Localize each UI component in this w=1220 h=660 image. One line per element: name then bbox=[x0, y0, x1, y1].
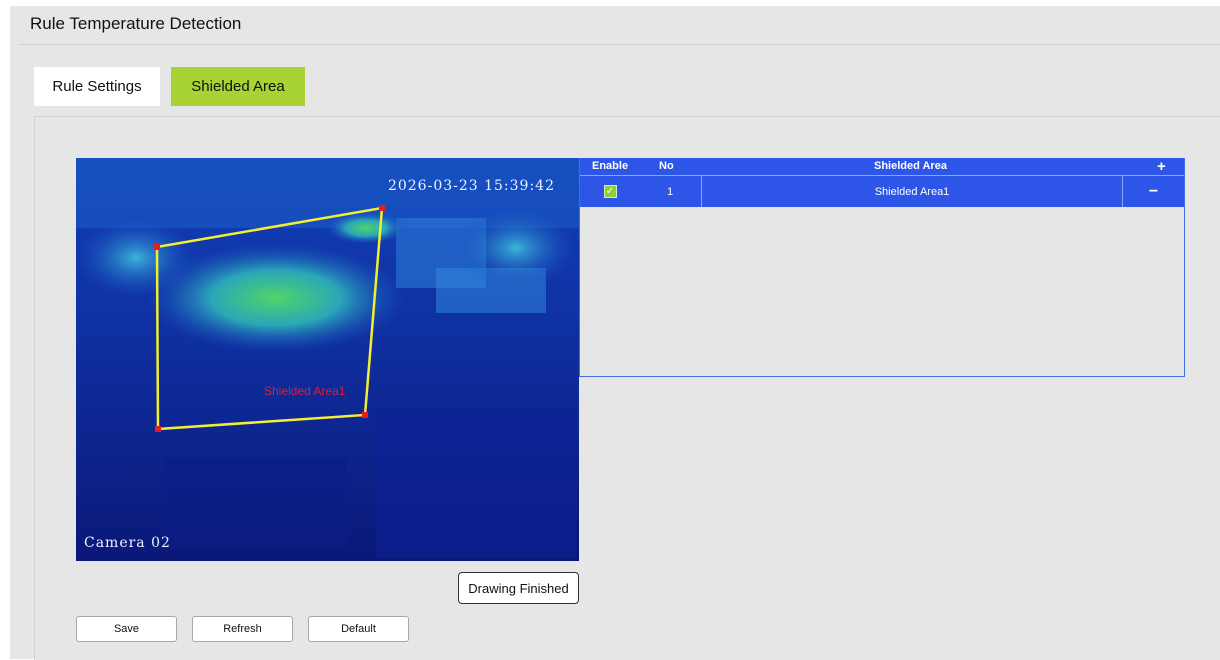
drawing-finished-button[interactable]: Drawing Finished bbox=[458, 572, 579, 604]
header-no: No bbox=[659, 160, 674, 172]
polygon-label: Shielded Area1 bbox=[264, 384, 346, 398]
main-page: Rule Temperature Detection Rule Settings… bbox=[10, 6, 1220, 660]
title-divider bbox=[20, 44, 1220, 45]
row-number: 1 bbox=[666, 185, 674, 198]
polygon-vertex[interactable] bbox=[362, 412, 368, 418]
tab-shielded-area[interactable]: Shielded Area bbox=[171, 67, 305, 106]
enable-cell: ✓ bbox=[580, 176, 640, 207]
video-preview[interactable]: 2026-03-23 15:39:42 Camera 02 Shielded A… bbox=[76, 158, 579, 561]
save-button[interactable]: Save bbox=[76, 616, 177, 642]
header-shielded-area: Shielded Area bbox=[874, 160, 947, 172]
refresh-button[interactable]: Refresh bbox=[192, 616, 293, 642]
plus-icon[interactable]: + bbox=[1157, 158, 1166, 175]
header-enable: Enable bbox=[592, 160, 629, 172]
table-header: Enable No Shielded Area + bbox=[580, 158, 1184, 175]
thermal-image bbox=[76, 158, 579, 561]
table-row[interactable]: ✓ 1 Shielded Area1 − bbox=[580, 175, 1184, 207]
default-button[interactable]: Default bbox=[308, 616, 409, 642]
polygon-vertex[interactable] bbox=[379, 205, 385, 211]
tab-rule-settings[interactable]: Rule Settings bbox=[34, 67, 160, 106]
camera-label-overlay: Camera 02 bbox=[84, 535, 171, 551]
shielded-area-table: Enable No Shielded Area + ✓ 1 Shielded A… bbox=[579, 158, 1185, 377]
polygon-vertex[interactable] bbox=[154, 244, 160, 250]
timestamp-overlay: 2026-03-23 15:39:42 bbox=[387, 178, 555, 194]
polygon-vertex[interactable] bbox=[155, 426, 161, 432]
page-title: Rule Temperature Detection bbox=[30, 14, 242, 33]
minus-icon[interactable]: − bbox=[1123, 176, 1184, 207]
row-area-name: Shielded Area1 bbox=[874, 185, 950, 198]
enable-checkbox[interactable]: ✓ bbox=[603, 185, 617, 198]
